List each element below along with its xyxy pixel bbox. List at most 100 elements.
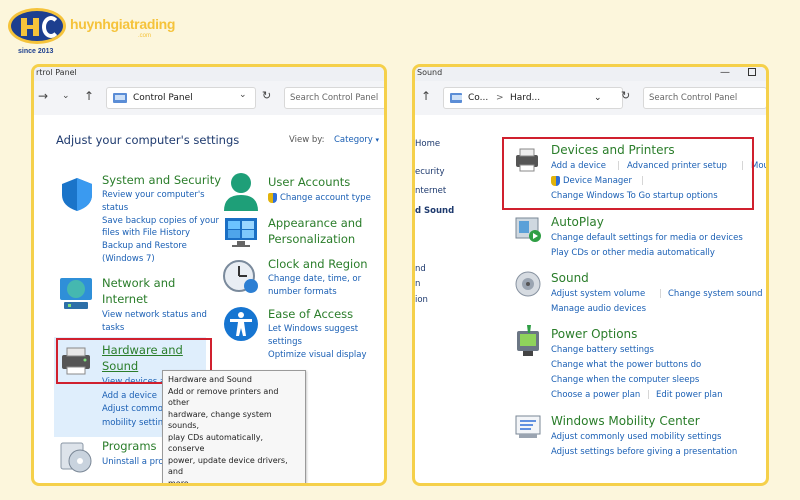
edit-power-plan-link[interactable]: Edit power plan: [656, 390, 723, 400]
control-panel-folder-icon: [450, 93, 462, 103]
tooltip-line: Add or remove printers and other: [168, 386, 279, 408]
file-history-link[interactable]: Save backup copies of your: [102, 215, 219, 228]
address-dropdown-icon[interactable]: ⌄: [239, 90, 247, 100]
search-input[interactable]: Search Control Panel: [284, 87, 384, 109]
ease-of-access-link[interactable]: Ease of Access: [268, 307, 353, 321]
window-title: rtrol Panel: [34, 67, 384, 81]
window-title: Sound: [415, 67, 766, 81]
adjust-mobility-link-cont[interactable]: mobility settin: [102, 417, 165, 431]
adjust-volume-link[interactable]: Adjust system volume: [551, 289, 645, 299]
tooltip-title: Hardware and Sound: [168, 375, 252, 384]
autoplay-link[interactable]: AutoPlay: [551, 215, 604, 229]
up-arrow-icon[interactable]: ↑: [421, 89, 431, 103]
clock-region-link[interactable]: Clock and Region: [268, 257, 368, 271]
address-crumb-2[interactable]: Hard...: [510, 88, 540, 108]
sidebar-security[interactable]: ecurity: [415, 167, 445, 177]
recent-dropdown-icon[interactable]: ⌄: [62, 91, 70, 101]
sound-link[interactable]: Sound: [551, 271, 589, 285]
tooltip-line: play CDs automatically, conserve: [168, 432, 264, 454]
sidebar-internet[interactable]: nternet: [415, 186, 446, 196]
tooltip-line: power, update device drivers, and: [168, 455, 288, 477]
forward-arrow-icon[interactable]: →: [38, 89, 48, 103]
programs-link[interactable]: Programs: [102, 439, 157, 453]
shield-icon: [62, 178, 92, 211]
play-cds-link[interactable]: Play CDs or other media automatically: [551, 248, 715, 258]
control-panel-folder-icon: [113, 93, 127, 103]
hardware-tooltip: Hardware and Sound Add or remove printer…: [162, 370, 306, 483]
optimize-display-link[interactable]: Optimize visual display: [268, 349, 366, 362]
tooltip-line: hardware, change system sounds,: [168, 409, 272, 431]
system-security-sublinks: Review your computer's status Save backu…: [102, 189, 219, 266]
appearance-title-line1: Appearance and: [268, 216, 363, 230]
windows-suggest-link-cont[interactable]: settings: [268, 336, 366, 349]
computer-sleeps-link[interactable]: Change when the computer sleeps: [551, 375, 699, 385]
adjust-mobility-link[interactable]: Adjust commonly used mobility settings: [551, 432, 721, 442]
presentation-settings-link[interactable]: Adjust settings before giving a presenta…: [551, 447, 737, 457]
hardware-sublinks: View devices a Add a device Adjust commo…: [102, 376, 165, 430]
choose-power-plan-link[interactable]: Choose a power plan: [551, 390, 640, 400]
network-globe-icon: [60, 278, 92, 309]
manage-audio-link[interactable]: Manage audio devices: [551, 304, 646, 314]
review-status-link[interactable]: Review your computer's: [102, 189, 219, 202]
network-sublinks: View network status and tasks: [102, 309, 207, 334]
ease-sublinks: Let Windows suggest settings Optimize vi…: [268, 323, 366, 362]
uac-shield-icon: [268, 193, 277, 203]
address-separator: >: [496, 93, 504, 103]
sidebar-home[interactable]: Home: [415, 139, 440, 149]
change-account-type-link[interactable]: Change account type: [280, 193, 371, 203]
change-date-time-link[interactable]: Change date, time, or: [268, 273, 361, 286]
mobility-center-icon: [515, 415, 541, 438]
autoplay-icon: [515, 217, 541, 242]
mobility-center-link[interactable]: Windows Mobility Center: [551, 414, 700, 428]
sidebar-item[interactable]: n: [415, 279, 420, 289]
control-panel-window: rtrol Panel → ⌄ ↑ Control Panel ⌄ ↻ Sear…: [31, 64, 387, 486]
sidebar-item[interactable]: ion: [415, 295, 428, 305]
windows-suggest-link[interactable]: Let Windows suggest: [268, 323, 366, 336]
address-box[interactable]: Control Panel: [106, 87, 256, 109]
system-security-link[interactable]: System and Security: [102, 173, 221, 187]
address-bar-row: ↑ Co... > Hard... ⌄ ↻ Search Control Pan…: [415, 81, 766, 115]
ease-of-access-icon: [224, 307, 258, 341]
sidebar-sound[interactable]: d Sound: [415, 206, 454, 216]
address-crumb-1[interactable]: Co...: [468, 88, 488, 108]
backup-restore-link[interactable]: Backup and Restore: [102, 240, 219, 253]
review-status-link-cont[interactable]: status: [102, 202, 219, 215]
network-status-link[interactable]: View network status and: [102, 309, 207, 322]
network-title-line1: Network and: [102, 276, 176, 290]
user-accounts-icon: [224, 173, 258, 211]
clock-sublinks: Change date, time, or number formats: [268, 273, 361, 298]
power-options-link[interactable]: Power Options: [551, 327, 637, 341]
network-title-line2: Internet: [102, 292, 148, 306]
backup-restore-link-cont[interactable]: (Windows 7): [102, 253, 219, 266]
speaker-icon: [515, 271, 541, 297]
refresh-icon[interactable]: ↻: [262, 89, 271, 102]
add-device-link[interactable]: Add a device: [102, 390, 165, 404]
address-bar-row: → ⌄ ↑ Control Panel ⌄ ↻ Search Control P…: [34, 81, 384, 115]
file-history-link-cont[interactable]: files with File History: [102, 227, 219, 240]
network-internet-link[interactable]: Network and Internet: [102, 275, 175, 307]
change-system-sound-link[interactable]: Change system sound: [668, 289, 762, 299]
address-dropdown-icon[interactable]: ⌄: [594, 88, 602, 108]
view-by-dropdown[interactable]: Category ▾: [334, 135, 379, 145]
change-date-time-link-cont[interactable]: number formats: [268, 286, 361, 299]
up-arrow-icon[interactable]: ↑: [84, 89, 94, 103]
link-separator: |: [659, 289, 662, 299]
user-accounts-link[interactable]: User Accounts: [268, 175, 350, 189]
search-input[interactable]: Search Control Panel: [643, 87, 766, 109]
power-buttons-link[interactable]: Change what the power buttons do: [551, 360, 701, 370]
network-status-link-cont[interactable]: tasks: [102, 322, 207, 335]
change-battery-link[interactable]: Change battery settings: [551, 345, 654, 355]
appearance-title-line2: Personalization: [268, 232, 356, 246]
appearance-link[interactable]: Appearance and Personalization: [268, 215, 362, 247]
brand-name: huynhgiatrading: [70, 16, 176, 32]
refresh-icon[interactable]: ↻: [621, 89, 630, 102]
adjust-mobility-link[interactable]: Adjust commo: [102, 403, 165, 417]
address-box[interactable]: Co... > Hard... ⌄: [443, 87, 623, 109]
change-default-media-link[interactable]: Change default settings for media or dev…: [551, 233, 743, 243]
sidebar-item[interactable]: nd: [415, 264, 426, 274]
minimize-icon[interactable]: —: [720, 67, 730, 78]
power-options-icon: [517, 325, 539, 356]
brand-domain-suffix: .com: [138, 33, 152, 39]
brand-logo: huynhgiatrading .com since 2013: [8, 8, 178, 58]
maximize-icon[interactable]: [748, 68, 756, 76]
